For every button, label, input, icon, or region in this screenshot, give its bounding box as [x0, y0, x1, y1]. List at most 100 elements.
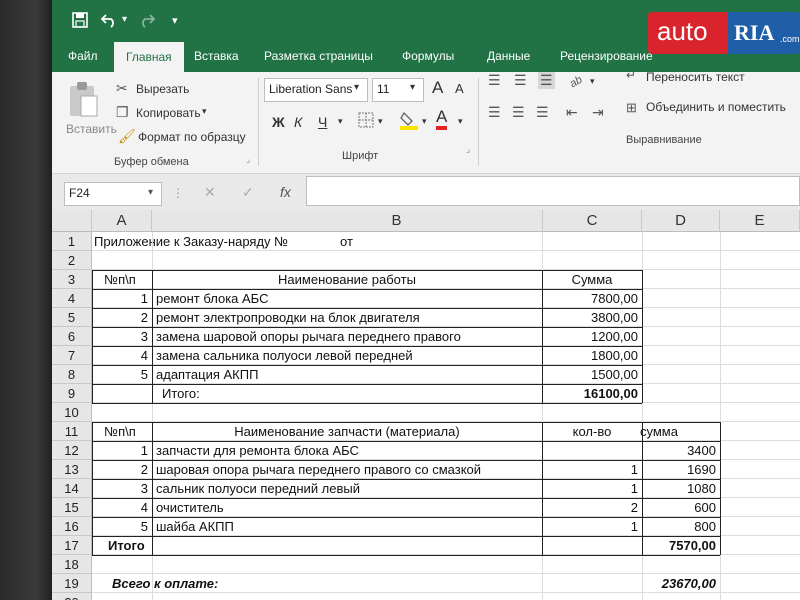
cell-d[interactable] — [602, 328, 716, 345]
align-middle-icon[interactable]: ☰ — [514, 72, 527, 89]
cell-a[interactable] — [92, 252, 148, 269]
cell-a[interactable]: 1 — [92, 442, 148, 459]
cell-a[interactable]: 5 — [92, 366, 148, 383]
cell-d[interactable] — [602, 347, 716, 364]
font-color-button[interactable]: A — [436, 108, 448, 130]
fill-color-icon[interactable] — [400, 110, 418, 133]
cut-button[interactable]: Вырезать — [136, 82, 189, 96]
tab-review[interactable]: Рецензирование — [560, 49, 653, 63]
italic-button[interactable]: К — [294, 114, 302, 130]
row-header[interactable]: 19 — [52, 574, 92, 593]
align-left-icon[interactable]: ☰ — [488, 104, 501, 121]
row-header[interactable]: 1 — [52, 232, 92, 251]
row-header[interactable]: 13 — [52, 460, 92, 479]
orientation-dropdown-icon[interactable]: ▾ — [590, 76, 595, 87]
bold-button[interactable]: Ж — [272, 114, 285, 130]
clipboard-launcher-icon[interactable]: ⌟ — [246, 154, 250, 165]
row-header[interactable]: 8 — [52, 365, 92, 384]
cell-a[interactable]: 1 — [92, 290, 148, 307]
cell-d[interactable]: 1690 — [602, 461, 716, 478]
cell-d[interactable] — [602, 271, 716, 288]
column-header[interactable]: A — [92, 210, 152, 232]
row-header[interactable]: 18 — [52, 555, 92, 574]
row-header[interactable]: 17 — [52, 536, 92, 555]
paste-button[interactable]: Вставить — [66, 122, 117, 136]
cell-d[interactable]: 1080 — [602, 480, 716, 497]
cell-d[interactable] — [602, 366, 716, 383]
row-header[interactable]: 14 — [52, 479, 92, 498]
cell-b[interactable]: ремонт блока АБС — [156, 290, 538, 307]
align-center-icon[interactable]: ☰ — [512, 104, 525, 121]
row-header[interactable]: 20 — [52, 593, 92, 600]
cell-a[interactable]: 2 — [92, 309, 148, 326]
row-header[interactable]: 6 — [52, 327, 92, 346]
cell-d[interactable] — [602, 556, 716, 573]
tab-insert[interactable]: Вставка — [194, 49, 239, 63]
align-bottom-icon[interactable]: ☰ — [538, 72, 555, 89]
cell-b[interactable] — [156, 252, 538, 269]
decrease-indent-icon[interactable]: ⇤ — [566, 104, 578, 121]
cell-d[interactable] — [602, 309, 716, 326]
select-all-corner[interactable] — [52, 210, 92, 232]
copy-button[interactable]: Копировать — [136, 106, 201, 120]
cell-d[interactable]: 3400 — [602, 442, 716, 459]
cell-b[interactable]: Наименование запчасти (материала) — [152, 423, 542, 440]
cell-a[interactable]: Приложение к Заказу-наряду № — [94, 233, 314, 250]
cell-b[interactable] — [156, 404, 538, 421]
font-color-dropdown-icon[interactable]: ▾ — [458, 116, 463, 127]
row-header[interactable]: 2 — [52, 251, 92, 270]
tab-page-layout[interactable]: Разметка страницы — [264, 49, 373, 63]
tab-formulas[interactable]: Формулы — [402, 49, 454, 63]
format-painter-button[interactable]: Формат по образцу — [138, 130, 246, 144]
borders-dropdown-icon[interactable]: ▾ — [378, 116, 383, 127]
copy-dropdown-icon[interactable]: ▾ — [202, 106, 207, 117]
cell-a[interactable]: 4 — [92, 499, 148, 516]
row-header[interactable]: 15 — [52, 498, 92, 517]
cell-d[interactable]: 600 — [602, 499, 716, 516]
row-header[interactable]: 4 — [52, 289, 92, 308]
formula-input[interactable] — [306, 176, 800, 206]
underline-dropdown-icon[interactable]: ▾ — [338, 116, 343, 127]
cell-b[interactable]: шаровая опора рычага переднего правого с… — [156, 461, 538, 478]
cell-a[interactable]: 4 — [92, 347, 148, 364]
cell-b[interactable]: запчасти для ремонта блока АБС — [156, 442, 538, 459]
cell-d[interactable]: сумма — [602, 423, 716, 440]
cell-d[interactable] — [602, 594, 716, 600]
cell-a[interactable]: Итого — [108, 537, 208, 554]
cell-b[interactable]: замена сальника полуоси левой передней — [156, 347, 538, 364]
cell-a[interactable]: №п\п — [92, 271, 148, 288]
cell-b[interactable]: от — [340, 233, 400, 250]
cell-b[interactable] — [156, 556, 538, 573]
cell-a[interactable] — [92, 404, 148, 421]
name-box-dropdown-icon[interactable]: ▾ — [148, 187, 153, 198]
cancel-icon[interactable]: ✕ — [204, 184, 216, 201]
row-header[interactable]: 16 — [52, 517, 92, 536]
cell-b[interactable]: ремонт электропроводки на блок двигателя — [156, 309, 538, 326]
orientation-icon[interactable]: ab — [568, 72, 585, 91]
cell-d[interactable]: 800 — [602, 518, 716, 535]
cell-a[interactable]: Всего к оплате: — [112, 575, 332, 592]
tab-data[interactable]: Данные — [487, 49, 530, 63]
cell-b[interactable]: очиститель — [156, 499, 538, 516]
cell-b[interactable]: Наименование работы — [152, 271, 542, 288]
align-top-icon[interactable]: ☰ — [488, 72, 501, 89]
cell-b[interactable]: адаптация АКПП — [156, 366, 538, 383]
font-size-select[interactable]: 11 — [372, 78, 424, 102]
underline-button[interactable]: Ч — [318, 114, 327, 130]
cell-b[interactable]: замена шаровой опоры рычага переднего пр… — [156, 328, 538, 345]
row-header[interactable]: 7 — [52, 346, 92, 365]
cell-a[interactable] — [92, 594, 148, 600]
column-header[interactable]: D — [642, 210, 720, 232]
borders-icon[interactable] — [358, 112, 374, 131]
undo-icon[interactable] — [100, 12, 118, 33]
tab-home[interactable]: Главная — [114, 42, 184, 72]
undo-dropdown-icon[interactable]: ▾ — [122, 14, 127, 25]
row-header[interactable]: 10 — [52, 403, 92, 422]
insert-function-icon[interactable]: fx — [280, 184, 291, 200]
cell-a[interactable]: 5 — [92, 518, 148, 535]
align-right-icon[interactable]: ☰ — [536, 104, 549, 121]
merge-center-button[interactable]: Объединить и поместить — [646, 100, 786, 114]
cell-b[interactable]: шайба АКПП — [156, 518, 538, 535]
cell-b[interactable]: Итого: — [162, 385, 544, 402]
tab-file[interactable]: Файл — [68, 49, 98, 63]
